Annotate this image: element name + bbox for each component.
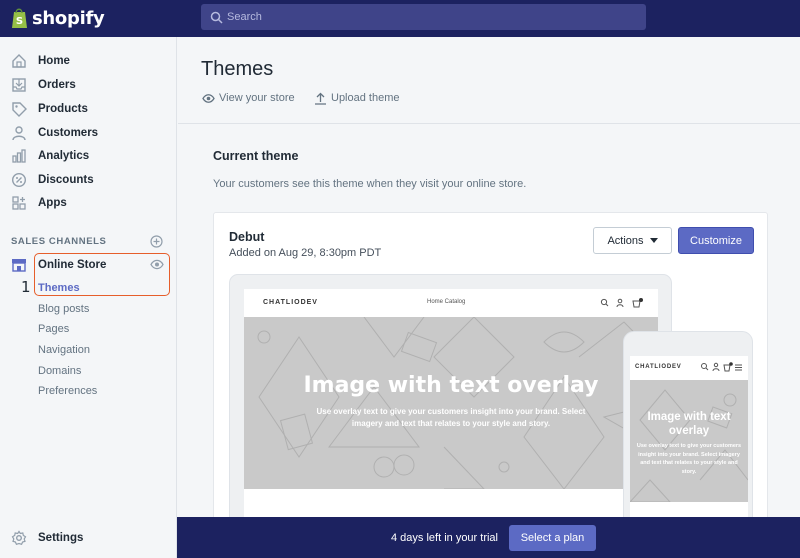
current-theme-description: Your customers see this theme when they … (213, 178, 527, 190)
preview-hero-subtitle: Use overlay text to give your customers … (316, 407, 586, 428)
sidebar-item-label: Home (38, 55, 70, 67)
sidebar-subitem-themes[interactable]: Themes (38, 282, 80, 294)
preview-nav-links: Home Catalog (427, 299, 466, 305)
sidebar-subitem-navigation[interactable]: Navigation (38, 344, 90, 356)
mobile-hero-subtitle: Use overlay text to give your customers … (636, 443, 742, 475)
upload-icon (315, 92, 326, 105)
sidebar-item-label: Analytics (38, 150, 90, 162)
hero-illustration (257, 317, 658, 489)
apps-icon (12, 196, 26, 210)
gear-icon (11, 530, 27, 546)
chevron-down-icon (649, 238, 658, 243)
select-plan-button[interactable]: Select a plan (509, 525, 596, 551)
sidebar-item-apps[interactable]: Apps (0, 192, 177, 214)
sidebar-item-online-store[interactable]: Online Store (38, 259, 106, 271)
theme-name: Debut (229, 230, 265, 244)
preview-store-name: CHATLIODEV (263, 299, 318, 306)
preview-hero-title: Image with text overlay (303, 373, 599, 398)
svg-text:S: S (16, 16, 23, 27)
upload-theme-label: Upload theme (331, 92, 400, 104)
desktop-preview: CHATLIODEV Home Catalog Image with text … (229, 274, 672, 558)
theme-added-date: Added on Aug 29, 8:30pm PDT (229, 247, 382, 259)
step-number: 1 (21, 278, 31, 296)
search-input[interactable]: Search (201, 4, 646, 30)
sidebar-subitem-preferences[interactable]: Preferences (38, 385, 97, 397)
mobile-store-name: CHATLIODEV (635, 364, 682, 370)
mobile-hero-illustration (630, 389, 748, 502)
brand-area[interactable]: S shopify (0, 0, 177, 37)
add-channel-icon[interactable] (150, 235, 163, 248)
view-store-label: View your store (219, 92, 295, 104)
customize-button[interactable]: Customize (678, 227, 754, 254)
sidebar-item-label: Products (38, 103, 88, 115)
sales-channels-heading: SALES CHANNELS (11, 236, 107, 247)
trial-bar: 4 days left in your trial Select a plan (177, 517, 800, 558)
shopify-bag-icon: S (12, 8, 27, 28)
preview-header-icons (600, 298, 643, 308)
sidebar-item-discounts[interactable]: Discounts (0, 169, 177, 191)
eye-icon (202, 94, 215, 103)
sidebar-item-label: Customers (38, 127, 99, 139)
store-icon (12, 259, 26, 272)
bar-chart-icon (12, 149, 26, 163)
eye-icon[interactable] (150, 259, 164, 270)
sidebar-item-home[interactable]: Home (0, 50, 177, 72)
search-icon (210, 11, 223, 24)
sidebar-item-label: Settings (38, 532, 84, 544)
main-content: Themes View your store Upload theme Curr… (178, 37, 800, 558)
sidebar-subitem-blog-posts[interactable]: Blog posts (38, 303, 89, 315)
sidebar-item-settings[interactable]: Settings (0, 527, 177, 549)
mobile-hero-title: Image with text overlay (647, 411, 731, 437)
home-icon (12, 54, 26, 68)
trial-status-text: 4 days left in your trial (391, 532, 498, 544)
page-header: Themes View your store Upload theme (178, 37, 800, 124)
current-theme-heading: Current theme (213, 149, 299, 163)
sidebar-subitem-domains[interactable]: Domains (38, 365, 81, 377)
sidebar-item-label: Orders (38, 79, 76, 91)
discount-icon (11, 172, 27, 188)
page-title: Themes (201, 58, 274, 80)
tag-icon (12, 102, 27, 117)
current-theme-card: Debut Added on Aug 29, 8:30pm PDT Action… (213, 212, 768, 558)
actions-label: Actions (607, 234, 644, 247)
sidebar-subitem-pages[interactable]: Pages (38, 323, 69, 335)
actions-dropdown-button[interactable]: Actions (593, 227, 672, 254)
preview-hero-banner: Image with text overlay Use overlay text… (244, 317, 658, 489)
sidebar-item-label: Apps (38, 197, 67, 209)
search-placeholder: Search (227, 11, 262, 23)
sidebar-item-products[interactable]: Products (0, 98, 177, 120)
mobile-header-icons (701, 362, 742, 372)
brand-logo-text: shopify (32, 8, 105, 29)
sidebar-item-analytics[interactable]: Analytics (0, 145, 177, 167)
preview-store-header: CHATLIODEV Home Catalog (244, 289, 658, 317)
sidebar-item-label: Discounts (38, 174, 94, 186)
person-icon (12, 126, 26, 141)
mobile-hero-banner: Image with text overlay Use overlay text… (630, 380, 748, 502)
top-bar: S shopify Search (0, 0, 800, 37)
sidebar: Home Orders Products Customers Analytics… (0, 37, 177, 558)
sidebar-item-orders[interactable]: Orders (0, 74, 177, 96)
sidebar-item-customers[interactable]: Customers (0, 122, 177, 144)
orders-icon (12, 78, 26, 92)
